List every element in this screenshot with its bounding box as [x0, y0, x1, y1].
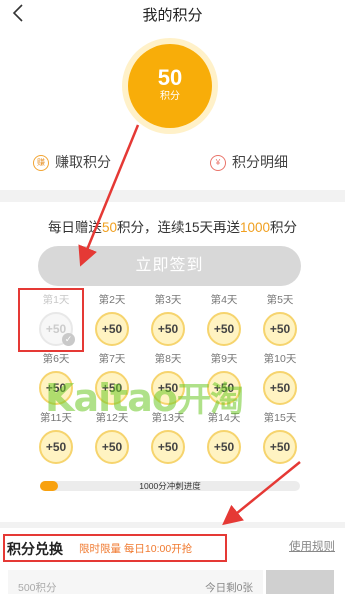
- day-cell-11[interactable]: 第11天 +50: [28, 411, 84, 473]
- reward-coin-icon: +50: [207, 430, 241, 464]
- day-cell-12[interactable]: 第12天 +50: [84, 411, 140, 473]
- day-reward: +50: [269, 440, 291, 454]
- reward-coin-icon: +50: [263, 430, 297, 464]
- day-reward: +50: [213, 440, 235, 454]
- exchange-header-highlight: 积分兑换 限时限量 每日10:00开抢: [3, 534, 227, 562]
- exchange-tag: 限时限量 每日10:00开抢: [79, 543, 193, 555]
- day-cell-8[interactable]: 第8天 +50: [140, 352, 196, 414]
- sign-in-description: 每日赠送50积分，连续15天再送1000积分: [47, 220, 298, 235]
- points-links: 赚赚取积分 ¥ 积分明细: [0, 145, 345, 286]
- day-cell-4[interactable]: 第4天 +50: [196, 293, 252, 355]
- day-label: 第10天: [263, 353, 297, 365]
- day-label: 第15天: [263, 412, 297, 424]
- points-page: 我的积分 50 积分 赚赚取积分 ¥ 积分明细 每日赠送50积分，连续15天再送1…: [0, 0, 345, 594]
- day-reward: +50: [269, 322, 291, 336]
- reward-coin-icon: +50: [207, 312, 241, 346]
- reward-coin-icon: +50: [151, 430, 185, 464]
- sign-in-button[interactable]: 立即签到: [38, 246, 301, 286]
- day-label: 第8天: [154, 353, 182, 365]
- day-reward: +50: [269, 381, 291, 395]
- earn-coin-icon: 赚: [33, 155, 49, 172]
- earn-points-link[interactable]: 赚赚取积分: [33, 151, 111, 173]
- day-reward: +50: [213, 381, 235, 395]
- reward-coin-icon: +50: [263, 371, 297, 405]
- day-label: 第3天: [154, 294, 182, 306]
- reward-coin-icon: +50: [39, 430, 73, 464]
- exchange-title: 积分兑换: [7, 541, 63, 557]
- day-reward: +50: [45, 440, 67, 454]
- day-reward: +50: [101, 440, 123, 454]
- day-reward: +50: [101, 381, 123, 395]
- reward-coin-icon: +50: [151, 371, 185, 405]
- nav-bar: 我的积分: [0, 0, 345, 30]
- day-cell-13[interactable]: 第13天 +50: [140, 411, 196, 473]
- points-detail-link[interactable]: ¥ 积分明细: [210, 151, 288, 173]
- progress-bar: 1000分冲刺进度: [40, 481, 300, 491]
- day-cell-14[interactable]: 第14天 +50: [196, 411, 252, 473]
- day-reward: +50: [45, 381, 67, 395]
- reward-coin-icon: +50: [207, 371, 241, 405]
- day-cell-15[interactable]: 第15天 +50: [252, 411, 308, 473]
- annotation-box-day1: [18, 288, 84, 352]
- day-reward: +50: [157, 381, 179, 395]
- day-label: 第13天: [151, 412, 185, 424]
- reward-coin-icon: +50: [95, 312, 129, 346]
- reward-coin-icon: +50: [39, 371, 73, 405]
- day-label: 第6天: [42, 353, 70, 365]
- exchange-item-remaining: 今日剩0张: [205, 582, 253, 594]
- day-cell-3[interactable]: 第3天 +50: [140, 293, 196, 355]
- day-label: 第2天: [98, 294, 126, 306]
- day-cell-2[interactable]: 第2天 +50: [84, 293, 140, 355]
- exchange-section: 积分兑换 限时限量 每日10:00开抢 使用规则 500积分 今日剩0张: [0, 528, 345, 594]
- reward-coin-icon: +50: [95, 430, 129, 464]
- day-reward: +50: [157, 322, 179, 336]
- points-summary: 50 积分 赚赚取积分 ¥ 积分明细: [0, 30, 345, 286]
- exchange-item-points: 500积分: [18, 582, 57, 594]
- sign-in-card: 每日赠送50积分，连续15天再送1000积分 立即签到 第1天 +50 ✓ 第2天 +5…: [0, 202, 345, 522]
- day-cell-5[interactable]: 第5天 +50: [252, 293, 308, 355]
- day-label: 第9天: [210, 353, 238, 365]
- day-label: 第4天: [210, 294, 238, 306]
- day-cell-10[interactable]: 第10天 +50: [252, 352, 308, 414]
- day-label: 第14天: [207, 412, 241, 424]
- yen-coin-icon: ¥: [210, 155, 226, 172]
- day-cell-6[interactable]: 第6天 +50: [28, 352, 84, 414]
- points-value: 50: [157, 65, 183, 90]
- page-title: 我的积分: [142, 7, 203, 24]
- day-label: 第5天: [266, 294, 294, 306]
- reward-coin-icon: +50: [263, 312, 297, 346]
- day-label: 第12天: [95, 412, 129, 424]
- points-unit: 积分: [160, 91, 180, 102]
- day-reward: +50: [157, 440, 179, 454]
- exchange-button[interactable]: [266, 570, 334, 594]
- day-label: 第7天: [98, 353, 126, 365]
- reward-coin-icon: +50: [95, 371, 129, 405]
- day-reward: +50: [101, 322, 123, 336]
- day-cell-9[interactable]: 第9天 +50: [196, 352, 252, 414]
- points-badge: 50 积分: [122, 38, 218, 134]
- points-detail-label: 积分明细: [232, 154, 288, 170]
- reward-coin-icon: +50: [151, 312, 185, 346]
- day-reward: +50: [213, 322, 235, 336]
- day-label: 第11天: [40, 412, 72, 424]
- exchange-item[interactable]: 500积分 今日剩0张: [8, 570, 263, 594]
- earn-points-label: 赚取积分: [55, 154, 111, 170]
- usage-rules-link[interactable]: 使用规则: [289, 538, 335, 554]
- day-cell-7[interactable]: 第7天 +50: [84, 352, 140, 414]
- progress-label: 1000分冲刺进度: [139, 481, 201, 491]
